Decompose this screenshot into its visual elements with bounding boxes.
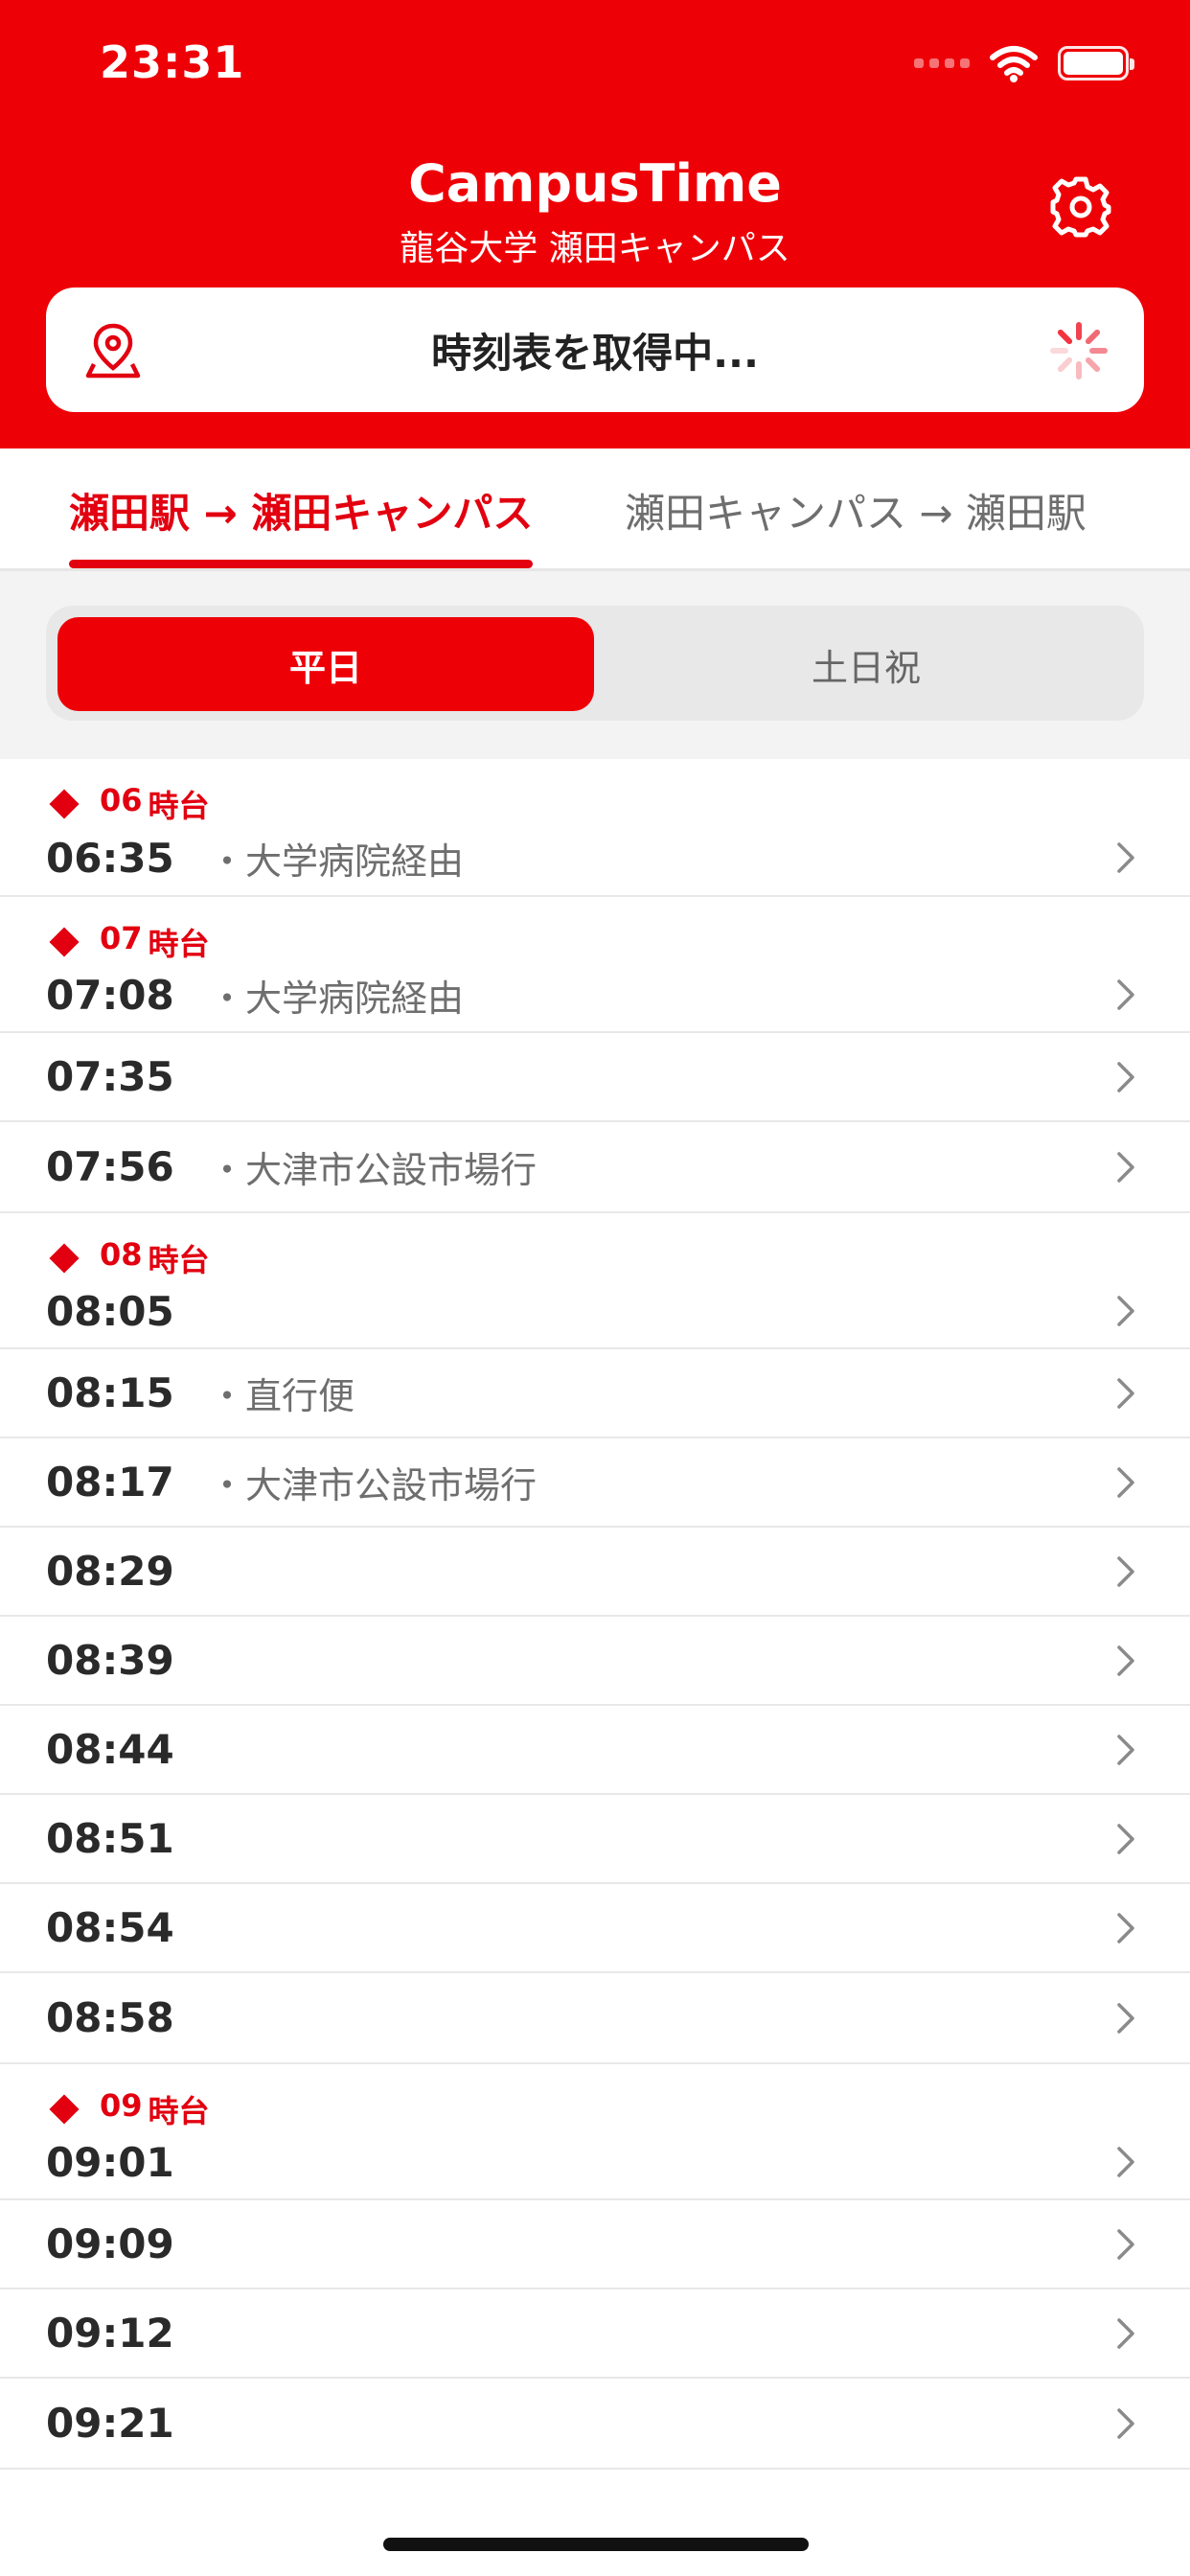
departure-time: 08:15 <box>46 1369 174 1416</box>
chevron-right-icon <box>1117 1912 1134 1944</box>
diamond-icon <box>49 789 80 819</box>
departure-time: 07:56 <box>46 1143 174 1190</box>
cellular-signal-icon <box>914 58 970 68</box>
diamond-icon <box>49 927 80 957</box>
departure-time: 08:44 <box>46 1726 174 1773</box>
app-header: 23:31 CampusTime 龍谷大学 瀬田キャンパス 時刻表を取得中... <box>0 0 1190 448</box>
day-segmented-control: 平日 土日祝 <box>46 606 1144 721</box>
status-bar-time: 23:31 <box>100 36 245 88</box>
departure-row[interactable]: 08:29 <box>0 1528 1190 1617</box>
departure-time: 09:01 <box>46 2138 174 2186</box>
chevron-right-icon <box>1117 2147 1134 2177</box>
departure-row[interactable]: 08:51 <box>0 1795 1190 1884</box>
day-selector-area: 平日 土日祝 <box>0 571 1190 759</box>
departure-row[interactable]: 07:35 <box>0 1033 1190 1122</box>
departure-time: 09:21 <box>46 2400 174 2447</box>
diamond-icon <box>49 2094 80 2125</box>
departure-time: 08:29 <box>46 1548 174 1595</box>
departure-time: 09:12 <box>46 2310 174 2357</box>
departure-row[interactable]: 06:35 大学病院経由 <box>0 820 1190 895</box>
departure-time: 08:58 <box>46 1994 174 2041</box>
departure-row[interactable]: 08:44 <box>0 1706 1190 1795</box>
chevron-right-icon <box>1117 1823 1134 1854</box>
holiday-button[interactable]: 土日祝 <box>598 617 1134 711</box>
chevron-right-icon <box>1117 1061 1134 1092</box>
gear-icon <box>1050 176 1111 238</box>
route-note: 大津市公設市場行 <box>209 1140 537 1193</box>
route-note: 直行便 <box>209 1367 355 1419</box>
chevron-right-icon <box>1117 1296 1134 1326</box>
hour-group: 06時台 06:35 大学病院経由 <box>0 759 1190 897</box>
hour-header: 08 時台 <box>0 1213 1190 1278</box>
route-note: 大学病院経由 <box>209 832 464 885</box>
departure-time: 07:08 <box>46 971 174 1019</box>
route-note: 大学病院経由 <box>209 969 464 1022</box>
departure-time: 07:35 <box>46 1053 174 1100</box>
chevron-right-icon <box>1117 2407 1134 2439</box>
chevron-right-icon <box>1117 842 1134 873</box>
hour-header: 09 時台 <box>0 2064 1190 2129</box>
chevron-right-icon <box>1117 979 1134 1010</box>
wifi-icon <box>990 46 1038 82</box>
chevron-right-icon <box>1117 1734 1134 1765</box>
tab-station-to-campus[interactable]: 瀬田駅 → 瀬田キャンパス <box>69 448 533 571</box>
departure-time: 06:35 <box>46 834 174 882</box>
app-title: CampusTime <box>408 153 782 214</box>
departure-row[interactable]: 09:21 <box>0 2379 1190 2468</box>
loading-spinner-icon <box>1050 322 1108 380</box>
hour-group: 08時台 08:05 08:15 直行便 08:17 大津市公設市場行 08:29 08:39… <box>0 1213 1190 2064</box>
campus-subtitle: 龍谷大学 瀬田キャンパス <box>400 229 790 268</box>
route-note: 大津市公設市場行 <box>209 1456 537 1508</box>
fetch-status-card: 時刻表を取得中... <box>46 288 1144 412</box>
departure-time: 08:54 <box>46 1904 174 1951</box>
departure-row[interactable]: 08:15 直行便 <box>0 1349 1190 1438</box>
chevron-right-icon <box>1117 1555 1134 1587</box>
chevron-right-icon <box>1117 1466 1134 1498</box>
departure-row[interactable]: 08:39 <box>0 1617 1190 1706</box>
hour-group: 07時台 07:08 大学病院経由 07:35 07:56 大津市公設市場行 <box>0 897 1190 1213</box>
departure-row[interactable]: 09:12 <box>0 2289 1190 2379</box>
tab-campus-to-station[interactable]: 瀬田キャンパス → 瀬田駅 <box>625 448 1161 571</box>
departure-row[interactable]: 09:09 <box>0 2200 1190 2289</box>
departure-time: 08:05 <box>46 1287 174 1335</box>
chevron-right-icon <box>1117 1377 1134 1409</box>
chevron-right-icon <box>1117 2002 1134 2034</box>
hour-group: 09 時台 09:01 09:09 09:12 09:21 <box>0 2064 1190 2470</box>
departure-time: 08:17 <box>46 1459 174 1506</box>
departure-time: 09:09 <box>46 2220 174 2267</box>
diamond-icon <box>49 1243 80 1274</box>
departure-row[interactable]: 08:05 <box>0 1275 1190 1349</box>
app-screen: 23:31 CampusTime 龍谷大学 瀬田キャンパス 時刻表を取得中...… <box>0 0 1190 2576</box>
weekday-button[interactable]: 平日 <box>57 617 594 711</box>
timetable-list: 06時台 06:35 大学病院経由 07時台 07:08 大学病院経由 07:35 07:56… <box>0 759 1190 2470</box>
chevron-right-icon <box>1117 2228 1134 2260</box>
departure-row[interactable]: 08:54 <box>0 1884 1190 1973</box>
direction-tabs: 瀬田駅 → 瀬田キャンパス 瀬田キャンパス → 瀬田駅 <box>0 448 1190 571</box>
chevron-right-icon <box>1117 1644 1134 1676</box>
active-tab-indicator <box>69 560 533 568</box>
chevron-right-icon <box>1117 2317 1134 2349</box>
hour-header: 06 時台 <box>0 759 1190 824</box>
departure-row[interactable]: 07:08 大学病院経由 <box>0 958 1190 1033</box>
chevron-right-icon <box>1117 1151 1134 1183</box>
fetch-status-message: 時刻表を取得中... <box>431 329 759 377</box>
status-bar-icons <box>914 42 1134 84</box>
departure-row[interactable]: 08:17 大津市公設市場行 <box>0 1438 1190 1528</box>
departure-time: 08:51 <box>46 1815 174 1862</box>
hour-header: 07 時台 <box>0 897 1190 962</box>
departure-time: 08:39 <box>46 1637 174 1684</box>
home-indicator[interactable] <box>383 2538 809 2551</box>
settings-button[interactable] <box>1044 171 1117 243</box>
battery-icon <box>1058 46 1134 80</box>
departure-row[interactable]: 07:56 大津市公設市場行 <box>0 1122 1190 1211</box>
departure-row[interactable]: 09:01 <box>0 2126 1190 2200</box>
departure-row[interactable]: 08:58 <box>0 1973 1190 2062</box>
